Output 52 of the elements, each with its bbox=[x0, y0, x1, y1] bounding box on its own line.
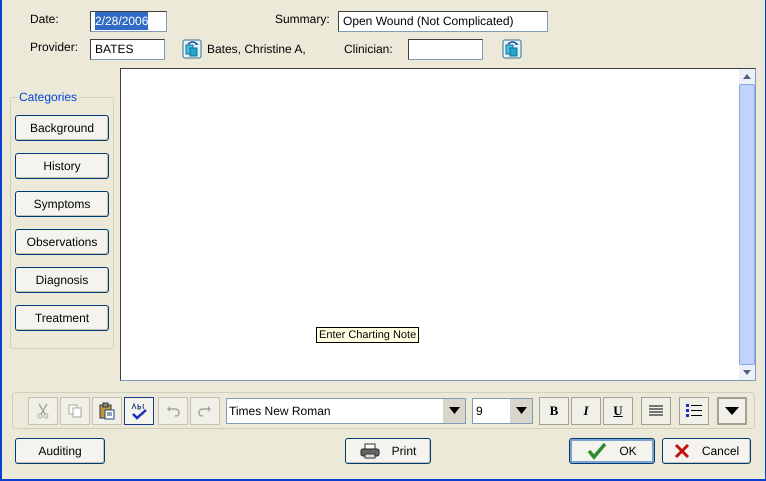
clinician-field[interactable] bbox=[408, 38, 483, 60]
undo-icon bbox=[166, 404, 180, 416]
lookup-icon[interactable] bbox=[502, 39, 522, 59]
category-button[interactable]: Background bbox=[15, 115, 109, 141]
copy-icon bbox=[68, 404, 82, 418]
cancel-button[interactable]: Cancel bbox=[662, 438, 751, 464]
ok-button[interactable]: OK bbox=[569, 438, 655, 464]
dropdown-arrow-icon bbox=[725, 406, 739, 414]
spell-button[interactable] bbox=[124, 396, 154, 424]
date-label: Date: bbox=[30, 11, 60, 28]
printer-icon bbox=[360, 443, 380, 459]
justify-button[interactable] bbox=[641, 396, 671, 424]
categories-title: Categories bbox=[17, 90, 80, 104]
bullet-list-button[interactable] bbox=[679, 396, 709, 424]
print-button[interactable]: Print bbox=[345, 438, 431, 464]
scrollbar[interactable] bbox=[739, 69, 755, 380]
auditing-button[interactable]: Auditing bbox=[15, 438, 105, 464]
category-button[interactable]: Observations bbox=[15, 229, 109, 255]
paste-button[interactable] bbox=[92, 396, 122, 424]
clipboard-icon bbox=[99, 402, 115, 420]
date-value: 2/28/2006 bbox=[95, 12, 148, 30]
category-button[interactable]: Diagnosis bbox=[15, 267, 109, 293]
category-button[interactable]: Symptoms bbox=[15, 191, 109, 217]
font-size-select[interactable]: 9 bbox=[472, 398, 533, 424]
provider-label: Provider: bbox=[30, 39, 80, 56]
dropdown-arrow-icon bbox=[516, 407, 526, 414]
provider-field[interactable]: BATES bbox=[90, 38, 165, 60]
lookup-icon[interactable] bbox=[182, 39, 202, 59]
category-button[interactable]: Treatment bbox=[15, 305, 109, 331]
scroll-up-icon bbox=[743, 74, 751, 79]
scissors-icon bbox=[36, 402, 50, 418]
note-editor[interactable]: Enter Charting Note bbox=[120, 68, 756, 381]
summary-label: Summary: bbox=[275, 11, 331, 28]
underline-button[interactable]: U bbox=[603, 396, 633, 424]
font-select[interactable]: Times New Roman bbox=[226, 398, 466, 424]
redo-icon bbox=[198, 404, 212, 416]
italic-button[interactable]: I bbox=[571, 396, 601, 424]
close-icon bbox=[674, 443, 690, 459]
spell-check-icon bbox=[130, 402, 148, 420]
dropdown-arrow-icon bbox=[448, 407, 460, 414]
summary-field[interactable]: Open Wound (Not Complicated) bbox=[338, 10, 548, 32]
category-button[interactable]: History bbox=[15, 153, 109, 179]
checkmark-icon bbox=[587, 442, 608, 460]
more-button[interactable] bbox=[717, 396, 747, 424]
bold-button[interactable]: B bbox=[539, 396, 569, 424]
date-field[interactable]: 2/28/2006 bbox=[90, 10, 167, 32]
bullet-list-icon bbox=[686, 404, 702, 418]
scroll-down-icon bbox=[743, 370, 751, 375]
clinician-label: Clinician: bbox=[344, 41, 394, 58]
tooltip: Enter Charting Note bbox=[316, 327, 420, 343]
justify-icon bbox=[649, 404, 663, 416]
provider-name: Bates, Christine A, bbox=[207, 41, 307, 58]
